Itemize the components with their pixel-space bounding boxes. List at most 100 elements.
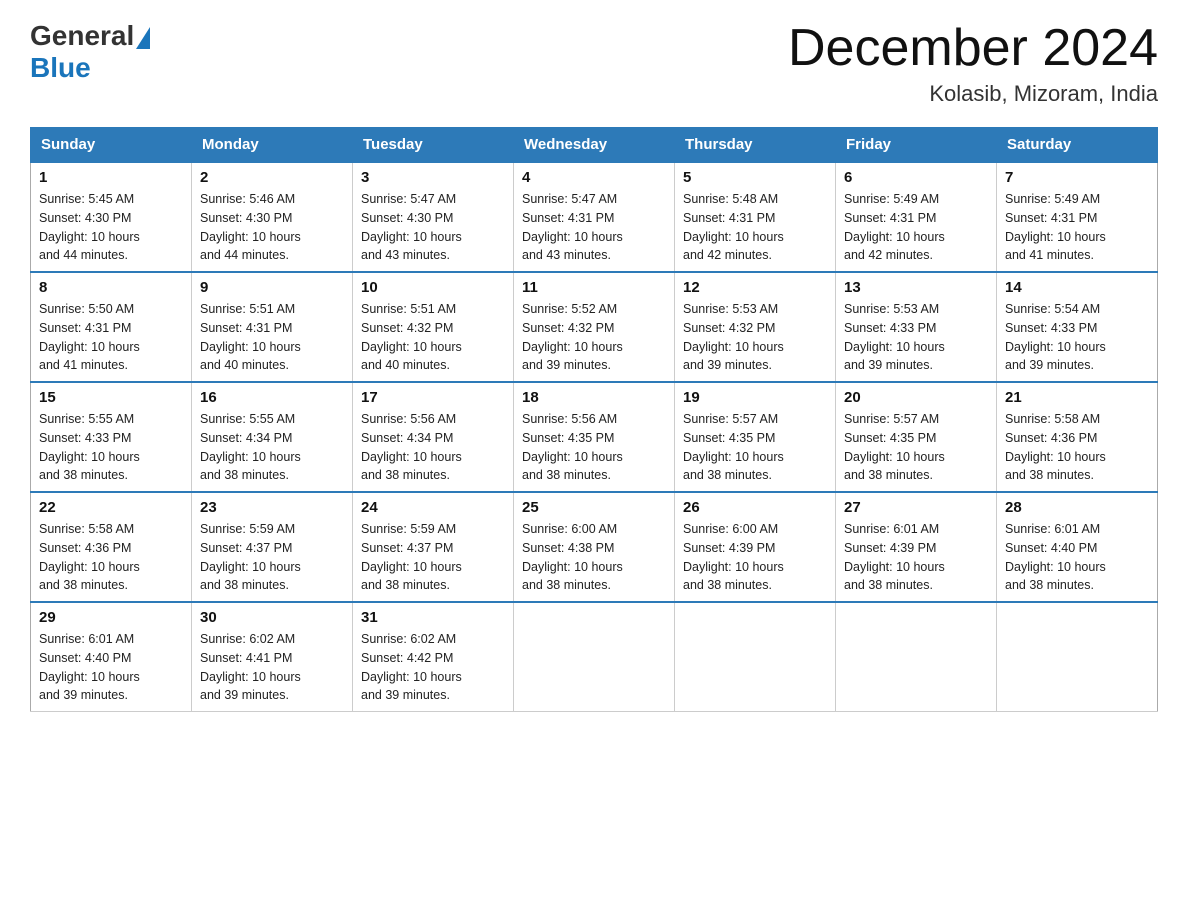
day-info: Sunrise: 5:50 AM Sunset: 4:31 PM Dayligh… <box>39 300 183 375</box>
day-number: 9 <box>200 279 344 296</box>
table-row: 22 Sunrise: 5:58 AM Sunset: 4:36 PM Dayl… <box>31 492 192 602</box>
table-row: 12 Sunrise: 5:53 AM Sunset: 4:32 PM Dayl… <box>675 272 836 382</box>
day-number: 13 <box>844 279 988 296</box>
calendar-table: Sunday Monday Tuesday Wednesday Thursday… <box>30 127 1158 712</box>
day-info: Sunrise: 6:00 AM Sunset: 4:39 PM Dayligh… <box>683 520 827 595</box>
day-info: Sunrise: 5:55 AM Sunset: 4:34 PM Dayligh… <box>200 410 344 485</box>
table-row: 27 Sunrise: 6:01 AM Sunset: 4:39 PM Dayl… <box>836 492 997 602</box>
day-info: Sunrise: 5:47 AM Sunset: 4:30 PM Dayligh… <box>361 190 505 265</box>
day-info: Sunrise: 5:46 AM Sunset: 4:30 PM Dayligh… <box>200 190 344 265</box>
day-number: 23 <box>200 499 344 516</box>
table-row: 18 Sunrise: 5:56 AM Sunset: 4:35 PM Dayl… <box>514 382 675 492</box>
day-info: Sunrise: 5:55 AM Sunset: 4:33 PM Dayligh… <box>39 410 183 485</box>
day-number: 24 <box>361 499 505 516</box>
day-number: 18 <box>522 389 666 406</box>
day-info: Sunrise: 5:47 AM Sunset: 4:31 PM Dayligh… <box>522 190 666 265</box>
table-row: 5 Sunrise: 5:48 AM Sunset: 4:31 PM Dayli… <box>675 162 836 272</box>
calendar-week-row: 22 Sunrise: 5:58 AM Sunset: 4:36 PM Dayl… <box>31 492 1158 602</box>
day-number: 20 <box>844 389 988 406</box>
table-row: 14 Sunrise: 5:54 AM Sunset: 4:33 PM Dayl… <box>997 272 1158 382</box>
day-number: 28 <box>1005 499 1149 516</box>
table-row: 3 Sunrise: 5:47 AM Sunset: 4:30 PM Dayli… <box>353 162 514 272</box>
table-row: 6 Sunrise: 5:49 AM Sunset: 4:31 PM Dayli… <box>836 162 997 272</box>
table-row: 1 Sunrise: 5:45 AM Sunset: 4:30 PM Dayli… <box>31 162 192 272</box>
day-info: Sunrise: 5:57 AM Sunset: 4:35 PM Dayligh… <box>844 410 988 485</box>
month-title: December 2024 <box>788 20 1158 77</box>
day-number: 3 <box>361 169 505 186</box>
day-info: Sunrise: 5:58 AM Sunset: 4:36 PM Dayligh… <box>39 520 183 595</box>
table-row: 11 Sunrise: 5:52 AM Sunset: 4:32 PM Dayl… <box>514 272 675 382</box>
day-number: 25 <box>522 499 666 516</box>
day-number: 2 <box>200 169 344 186</box>
calendar-week-row: 8 Sunrise: 5:50 AM Sunset: 4:31 PM Dayli… <box>31 272 1158 382</box>
day-info: Sunrise: 5:59 AM Sunset: 4:37 PM Dayligh… <box>361 520 505 595</box>
day-number: 31 <box>361 609 505 626</box>
table-row: 15 Sunrise: 5:55 AM Sunset: 4:33 PM Dayl… <box>31 382 192 492</box>
day-info: Sunrise: 5:53 AM Sunset: 4:33 PM Dayligh… <box>844 300 988 375</box>
header-sunday: Sunday <box>31 128 192 163</box>
table-row: 28 Sunrise: 6:01 AM Sunset: 4:40 PM Dayl… <box>997 492 1158 602</box>
day-number: 4 <box>522 169 666 186</box>
day-info: Sunrise: 5:56 AM Sunset: 4:34 PM Dayligh… <box>361 410 505 485</box>
table-row: 29 Sunrise: 6:01 AM Sunset: 4:40 PM Dayl… <box>31 602 192 712</box>
table-row: 26 Sunrise: 6:00 AM Sunset: 4:39 PM Dayl… <box>675 492 836 602</box>
logo: General Blue <box>30 20 150 84</box>
day-number: 12 <box>683 279 827 296</box>
day-number: 17 <box>361 389 505 406</box>
day-number: 1 <box>39 169 183 186</box>
day-info: Sunrise: 5:51 AM Sunset: 4:32 PM Dayligh… <box>361 300 505 375</box>
header-saturday: Saturday <box>997 128 1158 163</box>
table-row: 30 Sunrise: 6:02 AM Sunset: 4:41 PM Dayl… <box>192 602 353 712</box>
calendar-header-row: Sunday Monday Tuesday Wednesday Thursday… <box>31 128 1158 163</box>
header-thursday: Thursday <box>675 128 836 163</box>
header-friday: Friday <box>836 128 997 163</box>
table-row: 25 Sunrise: 6:00 AM Sunset: 4:38 PM Dayl… <box>514 492 675 602</box>
day-info: Sunrise: 5:54 AM Sunset: 4:33 PM Dayligh… <box>1005 300 1149 375</box>
table-row: 23 Sunrise: 5:59 AM Sunset: 4:37 PM Dayl… <box>192 492 353 602</box>
table-row: 19 Sunrise: 5:57 AM Sunset: 4:35 PM Dayl… <box>675 382 836 492</box>
day-number: 22 <box>39 499 183 516</box>
day-info: Sunrise: 6:01 AM Sunset: 4:40 PM Dayligh… <box>39 630 183 705</box>
day-number: 19 <box>683 389 827 406</box>
table-row: 7 Sunrise: 5:49 AM Sunset: 4:31 PM Dayli… <box>997 162 1158 272</box>
day-number: 27 <box>844 499 988 516</box>
location: Kolasib, Mizoram, India <box>788 81 1158 107</box>
logo-triangle-icon <box>136 27 150 49</box>
table-row: 24 Sunrise: 5:59 AM Sunset: 4:37 PM Dayl… <box>353 492 514 602</box>
day-number: 14 <box>1005 279 1149 296</box>
day-info: Sunrise: 6:02 AM Sunset: 4:42 PM Dayligh… <box>361 630 505 705</box>
table-row: 10 Sunrise: 5:51 AM Sunset: 4:32 PM Dayl… <box>353 272 514 382</box>
day-info: Sunrise: 5:53 AM Sunset: 4:32 PM Dayligh… <box>683 300 827 375</box>
day-info: Sunrise: 5:49 AM Sunset: 4:31 PM Dayligh… <box>844 190 988 265</box>
day-number: 10 <box>361 279 505 296</box>
day-info: Sunrise: 6:01 AM Sunset: 4:39 PM Dayligh… <box>844 520 988 595</box>
table-row: 13 Sunrise: 5:53 AM Sunset: 4:33 PM Dayl… <box>836 272 997 382</box>
table-row <box>836 602 997 712</box>
day-number: 11 <box>522 279 666 296</box>
day-number: 7 <box>1005 169 1149 186</box>
calendar-week-row: 1 Sunrise: 5:45 AM Sunset: 4:30 PM Dayli… <box>31 162 1158 272</box>
page-header: General Blue December 2024 Kolasib, Mizo… <box>30 20 1158 107</box>
day-info: Sunrise: 5:51 AM Sunset: 4:31 PM Dayligh… <box>200 300 344 375</box>
day-number: 30 <box>200 609 344 626</box>
header-monday: Monday <box>192 128 353 163</box>
day-info: Sunrise: 5:52 AM Sunset: 4:32 PM Dayligh… <box>522 300 666 375</box>
table-row: 9 Sunrise: 5:51 AM Sunset: 4:31 PM Dayli… <box>192 272 353 382</box>
day-number: 8 <box>39 279 183 296</box>
day-info: Sunrise: 6:02 AM Sunset: 4:41 PM Dayligh… <box>200 630 344 705</box>
table-row <box>514 602 675 712</box>
calendar-week-row: 29 Sunrise: 6:01 AM Sunset: 4:40 PM Dayl… <box>31 602 1158 712</box>
day-info: Sunrise: 5:56 AM Sunset: 4:35 PM Dayligh… <box>522 410 666 485</box>
day-number: 5 <box>683 169 827 186</box>
day-info: Sunrise: 5:49 AM Sunset: 4:31 PM Dayligh… <box>1005 190 1149 265</box>
day-info: Sunrise: 5:45 AM Sunset: 4:30 PM Dayligh… <box>39 190 183 265</box>
table-row: 20 Sunrise: 5:57 AM Sunset: 4:35 PM Dayl… <box>836 382 997 492</box>
table-row: 4 Sunrise: 5:47 AM Sunset: 4:31 PM Dayli… <box>514 162 675 272</box>
day-number: 15 <box>39 389 183 406</box>
header-wednesday: Wednesday <box>514 128 675 163</box>
calendar-week-row: 15 Sunrise: 5:55 AM Sunset: 4:33 PM Dayl… <box>31 382 1158 492</box>
day-info: Sunrise: 5:58 AM Sunset: 4:36 PM Dayligh… <box>1005 410 1149 485</box>
table-row: 8 Sunrise: 5:50 AM Sunset: 4:31 PM Dayli… <box>31 272 192 382</box>
day-number: 26 <box>683 499 827 516</box>
table-row: 2 Sunrise: 5:46 AM Sunset: 4:30 PM Dayli… <box>192 162 353 272</box>
